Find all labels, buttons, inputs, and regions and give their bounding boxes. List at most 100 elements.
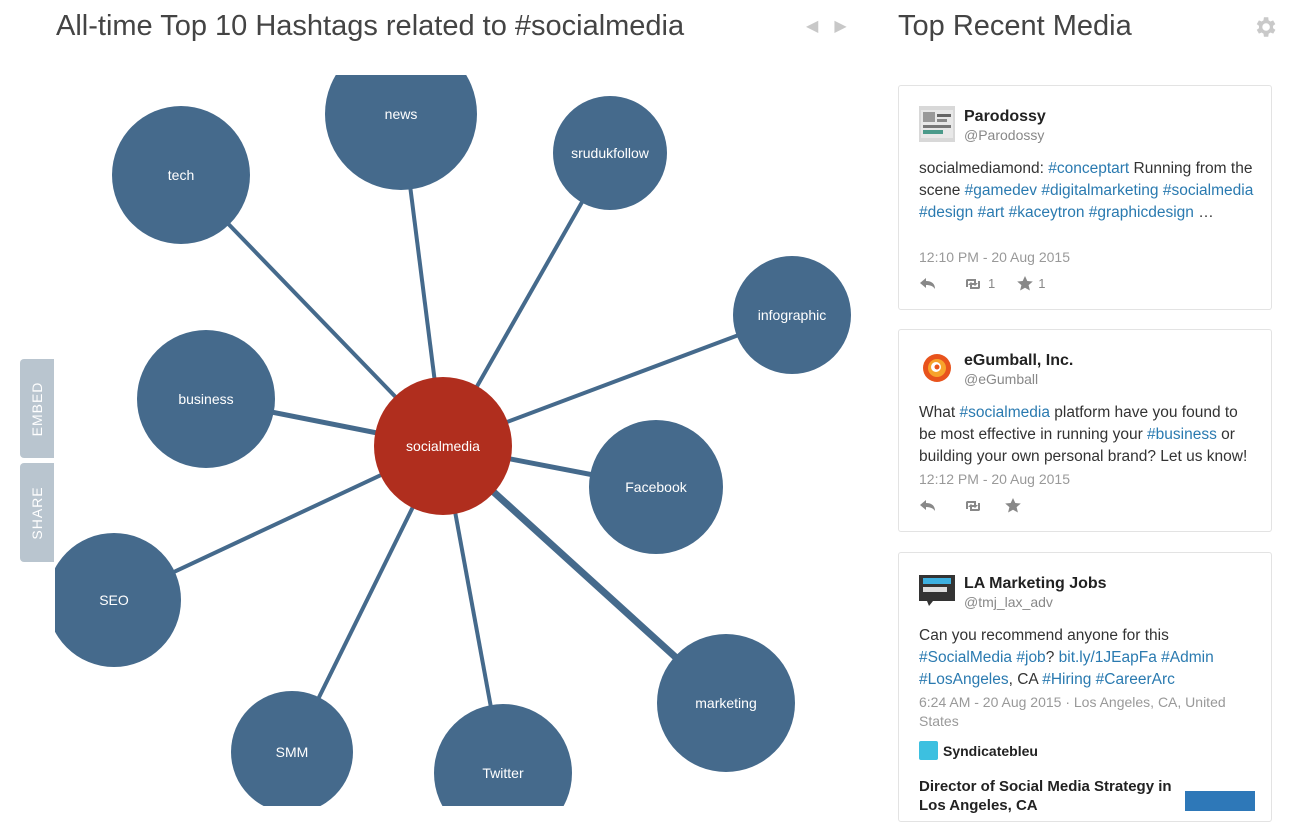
hashtag-graph-svg: news tech srudukfollow infographic business F…	[55, 75, 851, 806]
hashtag-link[interactable]: #job	[1016, 649, 1045, 666]
tweet-text-segment: …	[1193, 204, 1214, 221]
tweet-text: socialmediamond: #conceptart Running fro…	[919, 158, 1259, 224]
hashtag-node-circle[interactable]	[325, 75, 477, 190]
retweet-button[interactable]	[963, 499, 983, 513]
hashtag-link[interactable]: #Hiring	[1042, 671, 1091, 688]
tweet-text: Can you recommend anyone for this #Socia…	[919, 625, 1259, 691]
avatar[interactable]	[919, 350, 955, 386]
hashtag-node-facebook[interactable]: Facebook	[589, 420, 723, 554]
hashtag-link[interactable]: #SocialMedia	[919, 649, 1012, 666]
hashtag-node-circle[interactable]	[434, 704, 572, 806]
hashtag-link[interactable]: #art	[978, 204, 1005, 221]
tweet-actions: 1 1	[919, 276, 1045, 291]
tweet-actions	[919, 498, 1021, 513]
hashtag-node-tech[interactable]: tech	[112, 106, 250, 244]
previous-arrow-icon[interactable]: ◀	[806, 16, 818, 36]
retweet-count: 1	[988, 276, 996, 291]
hashtag-node-marketing[interactable]: marketing	[657, 634, 795, 772]
favorite-button[interactable]: 1	[1017, 276, 1045, 291]
tweet-author-name[interactable]: Parodossy	[964, 108, 1046, 126]
embed-tab[interactable]: EMBED	[20, 359, 54, 458]
avatar[interactable]	[919, 573, 955, 609]
retweet-icon	[966, 278, 980, 289]
hashtag-node-label: SMM	[276, 744, 309, 760]
favorite-count: 1	[1038, 276, 1046, 291]
tweet-author-handle[interactable]: @Parodossy	[964, 127, 1044, 143]
hashtag-node-srudukfollow[interactable]: srudukfollow	[553, 96, 667, 210]
reply-icon	[920, 277, 935, 289]
job-title[interactable]: Director of Social Media Strategy in Los…	[919, 777, 1199, 815]
tweet-author-handle[interactable]: @eGumball	[964, 371, 1038, 387]
hashtag-node-label: Facebook	[625, 479, 687, 495]
tmj-avatar-image	[919, 575, 955, 606]
hashtag-node-label: Twitter	[482, 765, 524, 781]
tweet-text-segment: , CA	[1008, 671, 1043, 688]
graph-pager: ◀ ▶	[806, 16, 847, 36]
hashtag-node-smm[interactable]: SMM	[231, 691, 353, 806]
hashtag-link[interactable]: #business	[1147, 426, 1217, 443]
hashtag-network-graph: news tech srudukfollow infographic business F…	[55, 75, 855, 806]
hashtag-node-label: SEO	[99, 592, 129, 608]
hashtag-link[interactable]: #kaceytron	[1009, 204, 1085, 221]
hashtag-link[interactable]: #socialmedia	[959, 404, 1049, 421]
media-source[interactable]: Syndicatebleu	[919, 741, 1038, 760]
tweet-text: What #socialmedia platform have you foun…	[919, 402, 1259, 468]
tweet-author-name[interactable]: LA Marketing Jobs	[964, 575, 1107, 593]
star-icon	[1017, 276, 1034, 291]
hashtag-node-news[interactable]: news	[325, 75, 477, 190]
hashtag-node-label: marketing	[695, 695, 756, 711]
hashtag-link[interactable]: #gamedev	[965, 182, 1037, 199]
tweet-author-handle[interactable]: @tmj_lax_adv	[964, 594, 1053, 610]
hashtag-link[interactable]: bit.ly/1JEapFa	[1059, 649, 1157, 666]
hashtag-node-label: news	[385, 106, 418, 122]
favorite-button[interactable]	[1005, 498, 1021, 513]
center-node-label: socialmedia	[406, 438, 480, 454]
tweet-timestamp[interactable]: 6:24 AM - 20 Aug 2015 · Los Angeles, CA,…	[919, 693, 1249, 731]
tweet-text-segment: Can you recommend anyone for this	[919, 627, 1169, 644]
hashtag-node-label: infographic	[758, 307, 827, 323]
hashtag-link[interactable]: #LosAngeles	[919, 671, 1009, 688]
tweet-text-segment: socialmediamond:	[919, 160, 1049, 177]
hashtag-link[interactable]: #digitalmarketing	[1041, 182, 1158, 199]
syndicatebleu-logo-icon	[919, 741, 938, 760]
retweet-icon	[966, 500, 980, 511]
tweet-card: Parodossy @Parodossy socialmediamond: #c…	[898, 85, 1272, 310]
star-icon	[1005, 498, 1021, 513]
reply-button[interactable]	[919, 499, 937, 513]
hashtag-node-business[interactable]: business	[137, 330, 275, 468]
hashtag-link[interactable]: #design	[919, 204, 973, 221]
hashtag-link[interactable]: #CareerArc	[1096, 671, 1175, 688]
parodossy-avatar-image	[921, 110, 953, 138]
job-thumbnail-image[interactable]	[1185, 791, 1255, 811]
hashtag-node-label: business	[178, 391, 233, 407]
hashtag-node-infographic[interactable]: infographic	[733, 256, 851, 374]
tweet-author-name[interactable]: eGumball, Inc.	[964, 352, 1073, 370]
retweet-button[interactable]: 1	[963, 276, 995, 291]
share-tab[interactable]: SHARE	[20, 463, 54, 562]
embed-tab-label: EMBED	[29, 381, 45, 436]
hashtag-link[interactable]: #conceptart	[1048, 160, 1129, 177]
hashtag-link[interactable]: #graphicdesign	[1089, 204, 1194, 221]
hashtag-link[interactable]: #socialmedia	[1163, 182, 1253, 199]
tweet-text-segment: ?	[1045, 649, 1059, 666]
reply-button[interactable]	[919, 277, 937, 291]
avatar[interactable]	[919, 106, 955, 142]
hashtag-node-seo[interactable]: SEO	[55, 533, 181, 667]
share-tab-label: SHARE	[29, 485, 45, 540]
next-arrow-icon[interactable]: ▶	[834, 16, 846, 36]
hashtag-node-label: srudukfollow	[571, 145, 650, 161]
egumball-avatar-image	[923, 354, 951, 382]
tweet-card: eGumball, Inc. @eGumball What #socialmed…	[898, 329, 1272, 532]
center-hashtag-node[interactable]: socialmedia	[374, 377, 512, 515]
tweet-text-segment: What	[919, 404, 960, 421]
reply-icon	[920, 499, 935, 511]
hashtag-node-twitter[interactable]: Twitter	[434, 704, 572, 806]
tweet-timestamp[interactable]: 12:12 PM - 20 Aug 2015	[919, 470, 1249, 489]
hashtag-graph-title: All-time Top 10 Hashtags related to #soc…	[56, 10, 685, 42]
settings-gear-icon[interactable]	[1252, 14, 1278, 40]
hashtag-link[interactable]: #Admin	[1161, 649, 1214, 666]
tweet-card: LA Marketing Jobs @tmj_lax_adv Can you r…	[898, 552, 1272, 822]
recent-media-title: Top Recent Media	[898, 10, 1132, 42]
tweet-timestamp[interactable]: 12:10 PM - 20 Aug 2015	[919, 248, 1249, 267]
media-source-name: Syndicatebleu	[943, 742, 1038, 759]
